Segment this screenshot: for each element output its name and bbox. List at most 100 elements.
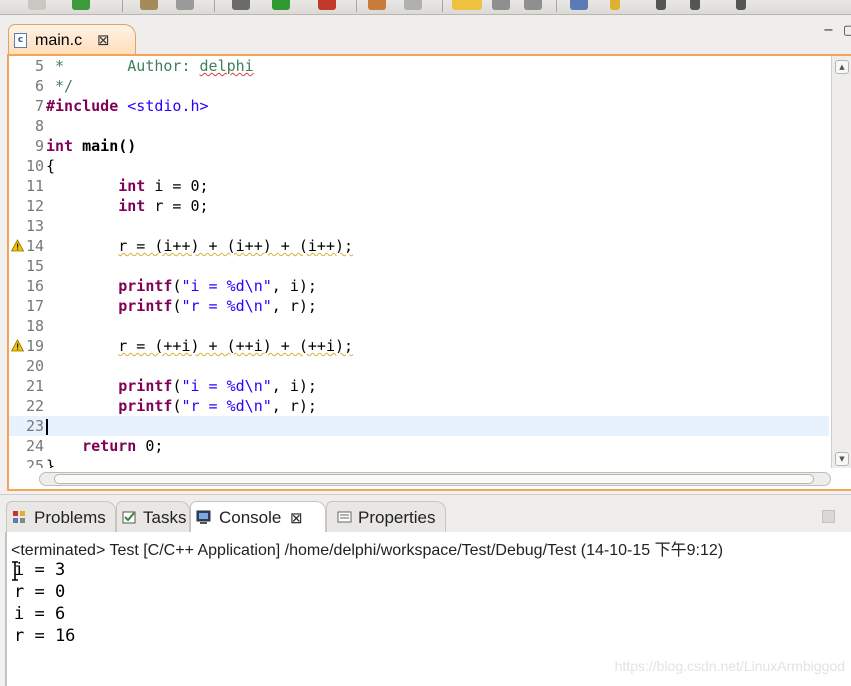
minimize-panel-button[interactable] xyxy=(822,510,835,523)
code-text: printf("r = %d\n", r); xyxy=(46,296,317,316)
horizontal-scrollbar[interactable] xyxy=(39,472,831,486)
code-line[interactable]: 11 int i = 0; xyxy=(9,176,829,196)
console-output-line: r = 16 xyxy=(14,626,76,646)
code-line[interactable]: 21 printf("i = %d\n", i); xyxy=(9,376,829,396)
code-text: printf("i = %d\n", i); xyxy=(46,376,317,396)
code-line[interactable]: 15 xyxy=(9,256,829,276)
tab-tasks[interactable]: Tasks xyxy=(116,501,190,533)
console-output-line: i = 6 xyxy=(14,604,66,624)
code-line[interactable]: 18 xyxy=(9,316,829,336)
toolbar-button[interactable] xyxy=(656,0,666,10)
code-line[interactable]: 6 */ xyxy=(9,76,829,96)
code-rest: 0; xyxy=(136,437,164,455)
tab-problems[interactable]: Problems xyxy=(6,501,116,533)
code-rest: , r); xyxy=(271,297,317,315)
toolbar-button[interactable] xyxy=(176,0,194,10)
code-line[interactable]: 16 printf("i = %d\n", i); xyxy=(9,276,829,296)
line-number: 7 xyxy=(34,97,44,115)
code-line[interactable]: 10{ xyxy=(9,156,829,176)
comment-author: delphi xyxy=(199,57,254,75)
toolbar-button[interactable] xyxy=(232,0,250,10)
tab-properties[interactable]: Properties xyxy=(326,501,446,533)
code-text: return 0; xyxy=(46,436,163,456)
code-line[interactable]: 23 xyxy=(9,416,829,436)
warned-expression: r = (i++) + (i++) + (i++); xyxy=(118,237,354,255)
code-text: * Author: delphi xyxy=(46,56,254,76)
toolbar-button[interactable] xyxy=(404,0,422,10)
code-line[interactable]: 25} xyxy=(9,456,829,468)
toolbar-button[interactable] xyxy=(736,0,746,10)
tasks-icon xyxy=(122,511,136,524)
minimize-icon[interactable]: − xyxy=(823,23,834,38)
close-tab-icon[interactable]: ⊠ xyxy=(97,31,110,49)
code-line[interactable]: 14 r = (i++) + (i++) + (i++); xyxy=(9,236,829,256)
code-rest: main() xyxy=(73,137,137,155)
line-number: 17 xyxy=(25,297,44,315)
toolbar-button[interactable] xyxy=(492,0,510,10)
toolbar-button[interactable] xyxy=(140,0,158,10)
toolbar-button[interactable] xyxy=(524,0,542,10)
toolbar-button[interactable] xyxy=(690,0,700,10)
editor-tab-bar: c main.c ⊠ − ▢ xyxy=(0,15,851,56)
toolbar-button[interactable] xyxy=(570,0,588,10)
code-line[interactable]: 5 * Author: delphi xyxy=(9,56,829,76)
code-text xyxy=(46,416,48,436)
line-number: 15 xyxy=(25,257,44,275)
toolbar-button[interactable] xyxy=(318,0,336,10)
line-number: 12 xyxy=(25,197,44,215)
line-number: 20 xyxy=(25,357,44,375)
code-editor[interactable]: 5 * Author: delphi 6 */7 #include <stdio.h… xyxy=(7,54,851,491)
code-line[interactable]: 13 xyxy=(9,216,829,236)
keyword: int xyxy=(118,177,146,195)
watermark-text: https://blog.csdn.net/LinuxArmbiggod xyxy=(614,658,845,674)
function-name: printf xyxy=(118,277,173,295)
scroll-down-arrow-icon[interactable]: ▼ xyxy=(835,452,849,466)
toolbar-button[interactable] xyxy=(72,0,90,10)
console-view[interactable]: <terminated> Test [C/C++ Application] /h… xyxy=(5,532,851,686)
line-number: 21 xyxy=(25,377,44,395)
code-rest: , i); xyxy=(271,277,317,295)
line-number: 14 xyxy=(25,237,44,255)
toolbar-button[interactable] xyxy=(452,0,482,10)
toolbar-button[interactable] xyxy=(28,0,46,10)
code-text: printf("r = %d\n", r); xyxy=(46,396,317,416)
line-number: 19 xyxy=(25,337,44,355)
code-line[interactable]: 12 int r = 0; xyxy=(9,196,829,216)
console-output-line: r = 0 xyxy=(14,582,66,602)
code-text: int main() xyxy=(46,136,136,156)
toolbar-button[interactable] xyxy=(272,0,290,10)
code-text: #include <stdio.h> xyxy=(46,96,209,116)
line-number: 9 xyxy=(34,137,44,155)
code-area[interactable]: 5 * Author: delphi 6 */7 #include <stdio.h… xyxy=(9,56,829,468)
line-number: 24 xyxy=(25,437,44,455)
horizontal-scroll-thumb[interactable] xyxy=(54,474,814,484)
tab-problems-label: Problems xyxy=(34,508,106,527)
vertical-scrollbar[interactable]: ▲ ▼ xyxy=(831,56,851,468)
code-line[interactable]: 7 #include <stdio.h> xyxy=(9,96,829,116)
code-line[interactable]: 17 printf("r = %d\n", r); xyxy=(9,296,829,316)
scroll-up-arrow-icon[interactable]: ▲ xyxy=(835,60,849,74)
code-line[interactable]: 8 xyxy=(9,116,829,136)
console-output-line: i = 3 xyxy=(14,560,66,580)
editor-tab-main-c[interactable]: c main.c ⊠ xyxy=(8,24,136,56)
code-line[interactable]: 24 return 0; xyxy=(9,436,829,456)
toolbar-button[interactable] xyxy=(368,0,386,10)
toolbar-separator xyxy=(214,0,215,12)
line-number: 10 xyxy=(25,157,44,175)
toolbar-button[interactable] xyxy=(610,0,620,10)
code-text: r = (++i) + (++i) + (++i); xyxy=(46,336,353,356)
code-line[interactable]: 20 xyxy=(9,356,829,376)
tab-properties-label: Properties xyxy=(358,508,436,527)
code-line[interactable]: 22 printf("r = %d\n", r); xyxy=(9,396,829,416)
maximize-icon[interactable]: ▢ xyxy=(843,23,851,38)
close-console-icon[interactable]: ⊠ xyxy=(290,509,303,527)
panel-tab-bar: Problems Tasks Console ⊠ Properties xyxy=(0,494,851,533)
code-text: int i = 0; xyxy=(46,176,208,196)
code-line[interactable]: 19 r = (++i) + (++i) + (++i); xyxy=(9,336,829,356)
code-line[interactable]: 9 int main() xyxy=(9,136,829,156)
tab-console[interactable]: Console ⊠ xyxy=(190,501,326,533)
